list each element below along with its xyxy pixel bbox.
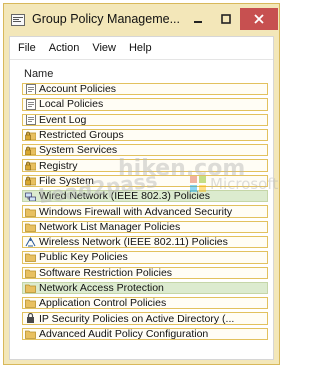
menu-help[interactable]: Help xyxy=(123,42,159,54)
policy-list-item-label: Account Policies xyxy=(39,83,117,96)
policy-list-item[interactable]: Network List Manager Policies xyxy=(22,220,268,233)
policy-list-item-label: IP Security Policies on Active Directory… xyxy=(39,312,235,325)
maximize-button[interactable] xyxy=(212,8,240,30)
lock-folder-icon xyxy=(25,161,36,171)
policy-list-item[interactable]: Application Control Policies xyxy=(22,297,268,310)
network-icon xyxy=(25,191,36,202)
watermark-logo xyxy=(190,176,206,192)
lock-folder-icon xyxy=(25,130,36,140)
policy-list-item-label: Event Log xyxy=(39,113,87,126)
minimize-button[interactable] xyxy=(184,8,212,30)
policy-list-item-label: Restricted Groups xyxy=(39,129,124,142)
policy-list-item[interactable]: Software Restriction Policies xyxy=(22,266,268,279)
document-icon xyxy=(25,114,36,125)
policy-list-item[interactable]: System Services xyxy=(22,144,268,157)
column-header-name[interactable]: Name xyxy=(10,65,273,83)
policy-list-item-label: File System xyxy=(39,174,94,187)
minimize-icon xyxy=(194,21,202,23)
policy-list-item[interactable]: Public Key Policies xyxy=(22,251,268,264)
title-bar[interactable]: Group Policy Manageme... xyxy=(4,4,279,34)
wireless-icon xyxy=(25,236,36,247)
lock-folder-icon xyxy=(25,145,36,156)
policy-list-item-label: Local Policies xyxy=(39,98,104,111)
close-button[interactable] xyxy=(240,8,278,30)
gpm-app-icon xyxy=(11,13,25,26)
menu-bar: File Action View Help xyxy=(10,37,273,60)
policy-list: Account Policies Local Policies Event Log R… xyxy=(22,83,268,343)
policy-list-item-label: Wireless Network (IEEE 802.11) Policies xyxy=(39,236,228,249)
policy-list-item-label: Public Key Policies xyxy=(39,251,128,264)
policy-list-item-label: Wired Network (IEEE 802.3) Policies xyxy=(39,190,210,203)
document-icon xyxy=(25,84,36,95)
policy-list-item[interactable]: IP Security Policies on Active Directory… xyxy=(22,312,268,325)
policy-list-item-label: Application Control Policies xyxy=(39,297,167,310)
policy-list-item[interactable]: Wireless Network (IEEE 802.11) Policies xyxy=(22,235,268,249)
policy-list-item[interactable]: Network Access Protection xyxy=(22,281,268,295)
lock-folder-icon xyxy=(25,176,36,186)
policy-list-item-label: System Services xyxy=(39,144,118,157)
client-area: File Action View Help Name Account Polic… xyxy=(9,36,274,360)
document-icon xyxy=(25,99,36,110)
folder-icon xyxy=(25,329,36,339)
policy-list-item-label: Advanced Audit Policy Configuration xyxy=(39,327,209,340)
folder-icon xyxy=(25,298,36,309)
app-window: Group Policy Manageme... File Action Vie… xyxy=(3,3,280,365)
policy-list-item[interactable]: Account Policies xyxy=(22,83,268,96)
policy-list-item[interactable]: Windows Firewall with Advanced Security xyxy=(22,205,268,218)
policy-list-item-label: Network List Manager Policies xyxy=(39,220,181,233)
policy-list-item-label: Registry xyxy=(39,159,78,172)
policy-list-item[interactable]: File System xyxy=(22,174,268,188)
policy-list-item-label: Windows Firewall with Advanced Security xyxy=(39,205,233,218)
maximize-icon xyxy=(221,14,231,24)
menu-action[interactable]: Action xyxy=(43,42,87,54)
folder-icon xyxy=(25,252,36,263)
menu-view[interactable]: View xyxy=(86,42,123,54)
ipsec-icon xyxy=(25,313,36,324)
policy-list-item[interactable]: Advanced Audit Policy Configuration xyxy=(22,327,268,341)
folder-icon xyxy=(25,222,36,232)
folder-icon xyxy=(25,268,36,278)
policy-list-item[interactable]: Restricted Groups xyxy=(22,128,268,142)
policy-list-item-label: Software Restriction Policies xyxy=(39,266,173,279)
menu-file[interactable]: File xyxy=(10,42,43,54)
folder-icon xyxy=(25,206,36,217)
policy-list-item-label: Network Access Protection xyxy=(39,282,164,295)
window-title: Group Policy Manageme... xyxy=(32,12,180,26)
policy-list-item[interactable]: Local Policies xyxy=(22,98,268,111)
policy-list-item[interactable]: Wired Network (IEEE 802.3) Policies xyxy=(22,190,268,203)
folder-icon xyxy=(25,283,36,293)
policy-list-item[interactable]: Event Log xyxy=(22,113,268,126)
policy-list-item[interactable]: Registry xyxy=(22,159,268,172)
close-icon xyxy=(254,14,264,24)
